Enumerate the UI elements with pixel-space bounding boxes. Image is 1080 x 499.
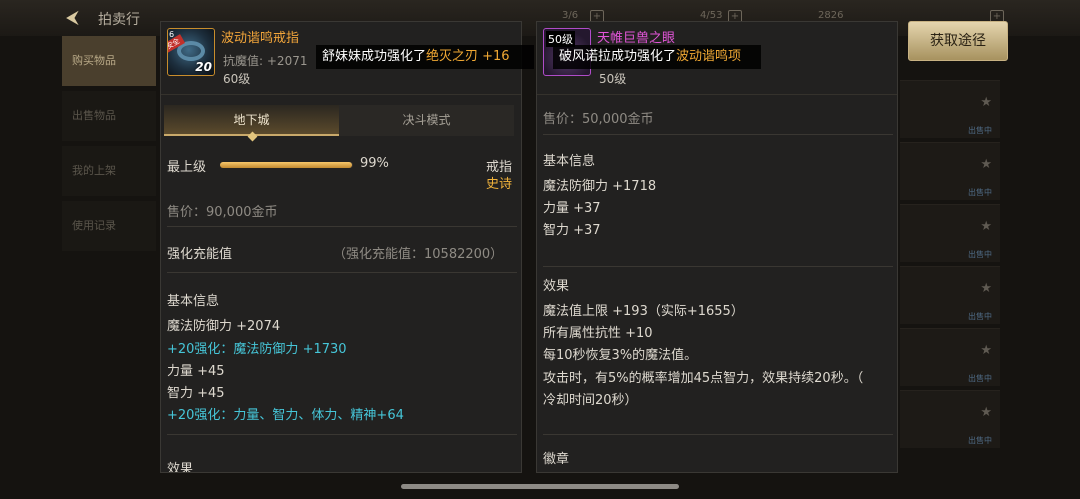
star-icon[interactable]: ★ <box>980 95 992 110</box>
system-notice: 舒妹妹成功强化了绝灭之刃 +16 <box>316 45 534 69</box>
status-badge: 出售中 <box>968 126 992 135</box>
effect-header: 效果 <box>167 462 194 473</box>
page-title: 拍卖行 <box>98 12 140 28</box>
mode-tabs: 地下城 决斗模式 <box>164 105 514 136</box>
item-level: 60级 <box>223 72 251 86</box>
acquire-method-button[interactable]: 获取途径 <box>908 21 1008 61</box>
sell-price: 售价：90,000金币 <box>167 205 278 220</box>
effect-line: 每10秒恢复3%的魔法值。 <box>543 348 698 363</box>
basic-info-header: 基本信息 <box>543 154 596 169</box>
system-notice: 破风诺拉成功强化了波动谐鸣项 <box>553 45 761 69</box>
effect-line: 攻击时，有5%的概率增加45点智力，效果持续20秒。（ <box>543 371 864 386</box>
charge-value: （强化充能值：10582200） <box>333 247 504 262</box>
list-item[interactable]: ★ 出售中 <box>900 328 1000 386</box>
effect-line: 所有属性抗性 +10 <box>543 326 653 341</box>
status-badge: 出售中 <box>968 188 992 197</box>
back-arrow-icon[interactable]: ⮜ <box>66 8 88 28</box>
list-item[interactable]: ★ 出售中 <box>900 204 1000 262</box>
effect-line: 魔法值上限 +193（实际+1655） <box>543 304 744 319</box>
top-grade-percent: 99% <box>360 156 389 171</box>
stat-line: 力量 +37 <box>543 201 601 216</box>
side-tab-sell[interactable]: 出售物品 <box>62 91 156 141</box>
item-name: 天帷巨兽之眼 <box>597 31 676 46</box>
list-item[interactable]: ★ 出售中 <box>900 80 1000 138</box>
top-grade-bar <box>220 162 353 168</box>
notice-text: 破风诺拉成功强化了 <box>559 49 677 64</box>
side-tab-my-listings[interactable]: 我的上架 <box>62 146 156 196</box>
effect-line: 冷却时间20秒） <box>543 393 638 408</box>
anti-magic-number: +2071 <box>266 54 308 68</box>
status-badge: 出售中 <box>968 312 992 321</box>
stat-counter: 4/53 <box>700 10 723 21</box>
stat-line: +20强化：力量、智力、体力、精神+64 <box>167 408 404 423</box>
basic-info-header: 基本信息 <box>167 294 220 309</box>
star-icon[interactable]: ★ <box>980 281 992 296</box>
anti-magic-value: 抗魔值: +2071 <box>223 52 307 69</box>
home-indicator[interactable] <box>401 484 679 489</box>
effect-header: 效果 <box>543 279 570 294</box>
star-icon[interactable]: ★ <box>980 343 992 358</box>
side-tab-list: 购买物品 出售物品 我的上架 使用记录 <box>62 36 156 256</box>
star-icon[interactable]: ★ <box>980 219 992 234</box>
stat-line: 魔法防御力 +1718 <box>543 179 657 194</box>
stat-line: 智力 +45 <box>167 386 225 401</box>
item-rarity: 史诗 <box>486 177 513 192</box>
stat-counter: 3/6 <box>562 10 579 21</box>
divider <box>167 272 517 273</box>
anti-magic-label: 抗魔值: <box>223 54 264 68</box>
notice-text: 舒妹妹成功强化了 <box>322 49 427 64</box>
divider <box>543 434 893 435</box>
list-item[interactable]: ★ 出售中 <box>900 142 1000 200</box>
status-badge: 出售中 <box>968 374 992 383</box>
divider <box>543 134 893 135</box>
stat-counter: 2826 <box>818 10 844 21</box>
stat-line: 魔法防御力 +2074 <box>167 319 281 334</box>
item-name: 波动谐鸣戒指 <box>221 31 300 46</box>
sell-price: 售价：50,000金币 <box>543 112 654 127</box>
star-icon[interactable]: ★ <box>980 405 992 420</box>
notice-item: 绝灭之刃 +16 <box>426 49 510 64</box>
tab-duel[interactable]: 决斗模式 <box>339 105 514 136</box>
enhance-level: 20 <box>195 60 212 74</box>
divider <box>167 226 517 227</box>
notice-item: 波动谐鸣项 <box>676 49 742 64</box>
status-badge: 出售中 <box>968 436 992 445</box>
list-item[interactable]: ★ 出售中 <box>900 266 1000 324</box>
ring-item-icon: 6 安全 20 <box>167 28 215 76</box>
list-item[interactable]: ★ 出售中 <box>900 390 1000 448</box>
divider <box>543 266 893 267</box>
listing-list: ★ 出售中 ★ 出售中 ★ 出售中 ★ 出售中 ★ 出售中 ★ 出售中 <box>900 80 1000 452</box>
star-icon[interactable]: ★ <box>980 157 992 172</box>
item-level: 50级 <box>599 72 627 86</box>
emblem-header: 徽章 <box>543 452 570 467</box>
stat-line: +20强化：魔法防御力 +1730 <box>167 342 347 357</box>
charge-label: 强化充能值 <box>167 247 233 262</box>
item-tooltip-left: 6 安全 20 波动谐鸣戒指 抗魔值: +2071 60级 地下城 决斗模式 最… <box>160 21 522 473</box>
item-tooltip-right: 50级 天帷巨兽之眼 50级 售价：50,000金币 基本信息 魔法防御力 +1… <box>536 21 898 473</box>
side-tab-buy[interactable]: 购买物品 <box>62 36 156 86</box>
status-badge: 出售中 <box>968 250 992 259</box>
top-grade-bar-fill <box>220 162 352 168</box>
side-tab-history[interactable]: 使用记录 <box>62 201 156 251</box>
divider <box>167 434 517 435</box>
tab-dungeon[interactable]: 地下城 <box>164 105 339 136</box>
top-grade-label: 最上级 <box>167 160 207 175</box>
stat-line: 智力 +37 <box>543 223 601 238</box>
stat-line: 力量 +45 <box>167 364 225 379</box>
